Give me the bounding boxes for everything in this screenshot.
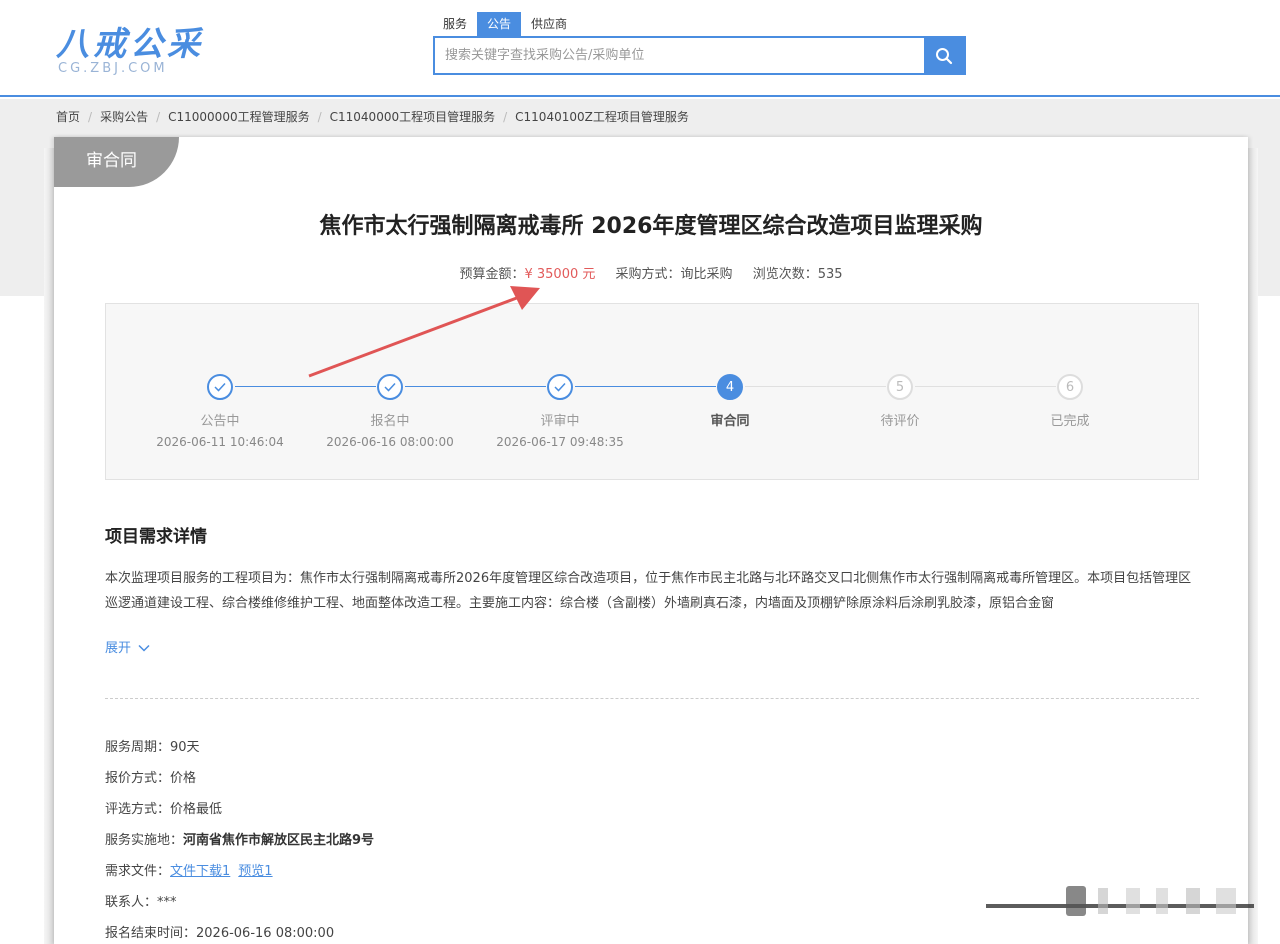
breadcrumb-separator: / <box>88 110 93 124</box>
step-pending-evaluation: 5 待评价 <box>815 374 985 429</box>
step-number: 4 <box>717 374 743 400</box>
info-label: 联系人： <box>105 895 158 910</box>
step-number: 5 <box>887 374 913 400</box>
page-title: 焦作市太行强制隔离戒毒所 2026年度管理区综合改造项目监理采购 <box>319 214 983 239</box>
info-quote-method: 报价方式：价格 <box>105 768 374 799</box>
logo-text: 八戒公采 <box>56 24 204 63</box>
breadcrumb-separator: / <box>317 110 322 124</box>
watermark-image <box>986 886 1254 916</box>
step-contract-review: 4 审合同 <box>645 374 815 429</box>
annotation-arrow <box>308 286 540 378</box>
step-time: 2026-06-16 08:00:00 <box>326 435 454 449</box>
info-label: 报名结束时间： <box>105 926 197 941</box>
procurement-method: 采购方式：询比采购 <box>615 267 733 282</box>
progress-steps: 公告中 2026-06-11 10:46:04 报名中 2026-06-16 0… <box>105 303 1199 480</box>
breadcrumb-category-3[interactable]: C11040100Z工程项目管理服务 <box>515 108 689 126</box>
expand-label: 展开 <box>105 641 132 656</box>
notice-meta: 预算金额：¥ 35000 元 采购方式：询比采购 浏览次数：535 <box>54 263 1248 282</box>
step-time: 2026-06-11 10:46:04 <box>156 435 284 449</box>
breadcrumb-separator: / <box>156 110 161 124</box>
breadcrumb-category-1[interactable]: C11000000工程管理服务 <box>168 108 309 126</box>
search-bar <box>433 36 966 75</box>
search-tab-services[interactable]: 服务 <box>433 12 477 36</box>
search-tab-suppliers[interactable]: 供应商 <box>521 12 577 36</box>
site-header: 八戒公采 CG.ZBJ.COM 服务 公告 供应商 <box>0 0 1280 97</box>
search-area: 服务 公告 供应商 <box>433 12 966 75</box>
section-title: 项目需求详情 <box>105 527 207 547</box>
search-button[interactable] <box>924 38 964 73</box>
info-contact: 联系人：*** <box>105 892 374 923</box>
card-shadow-left <box>44 148 54 944</box>
info-deadline: 报名结束时间：2026-06-16 08:00:00 <box>105 923 374 944</box>
info-value: 价格 <box>170 771 197 786</box>
file-download-link[interactable]: 文件下载1 <box>170 864 230 879</box>
expand-button[interactable]: 展开 <box>105 637 150 656</box>
check-icon <box>207 374 233 400</box>
breadcrumb-notices[interactable]: 采购公告 <box>100 108 148 126</box>
section-divider <box>105 698 1199 699</box>
breadcrumb-home[interactable]: 首页 <box>56 108 80 126</box>
info-value: 河南省焦作市解放区民主北路9号 <box>183 833 375 848</box>
project-info: 服务周期：90天 报价方式：价格 评选方式：价格最低 服务实施地：河南省焦作市解… <box>105 737 374 944</box>
info-label: 服务周期： <box>105 740 171 755</box>
info-value: *** <box>157 895 177 910</box>
info-label: 需求文件： <box>105 864 171 879</box>
breadcrumb-category-2[interactable]: C11040000工程项目管理服务 <box>330 108 495 126</box>
card-shadow-right <box>1248 148 1258 944</box>
info-files: 需求文件：文件下载1 预览1 <box>105 861 374 892</box>
view-count: 浏览次数：535 <box>752 267 843 282</box>
breadcrumb: 首页 / 采购公告 / C11000000工程管理服务 / C11040000工… <box>56 108 689 126</box>
info-service-period: 服务周期：90天 <box>105 737 374 768</box>
search-tabs: 服务 公告 供应商 <box>433 12 966 36</box>
step-label: 公告中 <box>200 414 240 429</box>
search-input[interactable] <box>435 38 924 73</box>
chevron-down-icon <box>138 644 150 652</box>
breadcrumb-separator: / <box>503 110 508 124</box>
info-selection-method: 评选方式：价格最低 <box>105 799 374 830</box>
info-location: 服务实施地：河南省焦作市解放区民主北路9号 <box>105 830 374 861</box>
search-tab-notices[interactable]: 公告 <box>477 12 522 36</box>
step-number: 6 <box>1057 374 1083 400</box>
step-announcing: 公告中 2026-06-11 10:46:04 <box>135 374 305 449</box>
step-label: 已完成 <box>1050 414 1090 429</box>
step-label: 审合同 <box>710 414 750 429</box>
info-value: 价格最低 <box>170 802 223 817</box>
step-time: 2026-06-17 09:48:35 <box>496 435 624 449</box>
info-value: 90天 <box>170 740 200 755</box>
info-label: 报价方式： <box>105 771 171 786</box>
file-preview-link[interactable]: 预览1 <box>238 864 272 879</box>
step-label: 评审中 <box>540 414 580 429</box>
search-icon <box>936 47 953 64</box>
info-label: 评选方式： <box>105 802 171 817</box>
project-description: 本次监理项目服务的工程项目为：焦作市太行强制隔离戒毒所2026年度管理区综合改造… <box>105 571 1192 611</box>
step-label: 待评价 <box>880 414 920 429</box>
info-value: 2026-06-16 08:00:00 <box>196 926 335 941</box>
info-label: 服务实施地： <box>105 833 184 848</box>
site-logo[interactable]: 八戒公采 CG.ZBJ.COM <box>56 24 206 80</box>
step-label: 报名中 <box>370 414 410 429</box>
step-completed: 6 已完成 <box>985 374 1155 429</box>
